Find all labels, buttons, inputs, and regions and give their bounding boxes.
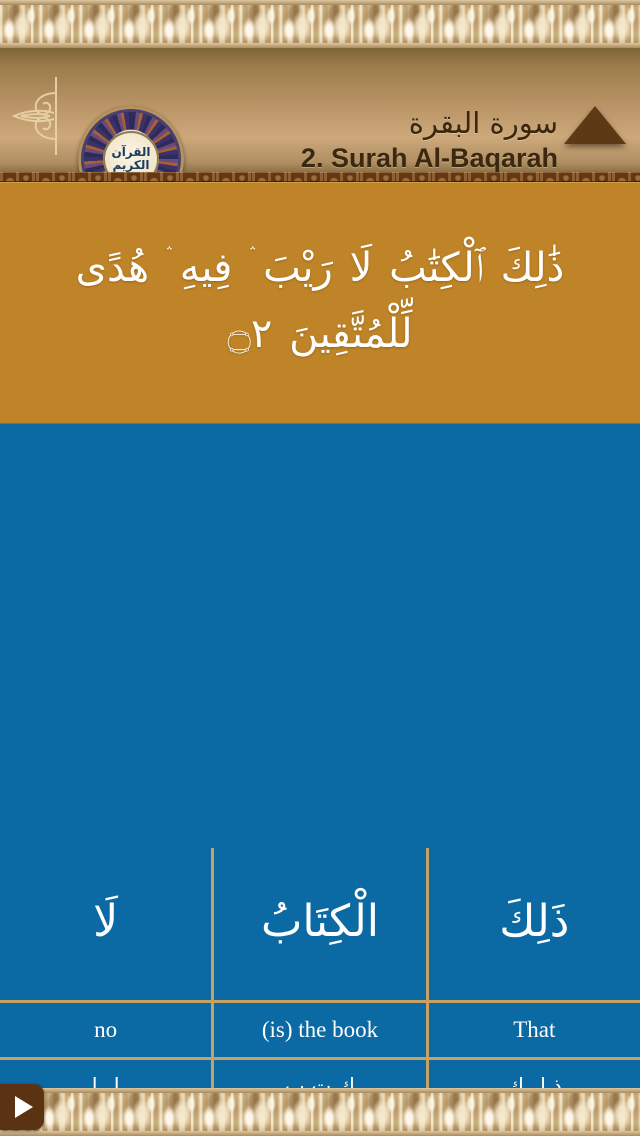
surah-header-bar: القرآن الكريم سورة البقرة 2. Surah Al-Ba… <box>0 48 640 172</box>
word-root-row: ل ا ك ت ب ذ ل ك <box>0 1060 640 1088</box>
word-cell-arabic[interactable]: الْكِتَابُ <box>214 848 429 1000</box>
quran-word-by-word-screen: القرآن الكريم سورة البقرة 2. Surah Al-Ba… <box>0 0 640 1136</box>
word-cell-translation[interactable]: (is) the book <box>214 1003 429 1057</box>
chevron-up-icon[interactable] <box>564 106 626 144</box>
word-translation-row: no (is) the book That <box>0 1003 640 1060</box>
arabesque-flourish-icon <box>11 73 70 159</box>
surah-title-english: 2. Surah Al-Baqarah <box>300 142 558 172</box>
header-divider-strip <box>0 172 640 182</box>
play-icon <box>15 1096 33 1118</box>
surah-title-block: سورة البقرة 2. Surah Al-Baqarah <box>158 106 558 172</box>
word-grid: لَا الْكِتَابُ ذَلِكَ no (is) the book T… <box>0 848 640 1088</box>
verse-arabic-text: ذَٰلِكَ ٱلْكِتَٰبُ لَا رَيْبَ ۛ فِيهِ ۛ … <box>75 245 565 357</box>
word-arabic-row: لَا الْكِتَابُ ذَلِكَ <box>0 848 640 1003</box>
word-cell-root[interactable]: ك ت ب <box>214 1060 429 1088</box>
logo-calligraphy: القرآن الكريم <box>103 131 159 172</box>
bottom-ornamental-border <box>0 1088 640 1136</box>
word-cell-arabic[interactable]: لَا <box>0 848 215 1000</box>
surah-nav-arrows <box>564 106 626 172</box>
word-grid-viewport[interactable]: لَا الْكِتَابُ ذَلِكَ no (is) the book T… <box>0 424 640 1088</box>
word-cell-translation[interactable]: no <box>0 1003 215 1057</box>
surah-title-arabic: سورة البقرة <box>408 106 558 140</box>
play-audio-button[interactable] <box>0 1084 44 1130</box>
word-group: لَا الْكِتَابُ ذَلِكَ no (is) the book T… <box>0 848 640 1088</box>
word-cell-root[interactable]: ذ ل ك <box>428 1060 640 1088</box>
word-cell-translation[interactable]: That <box>428 1003 640 1057</box>
word-cell-arabic[interactable]: ذَلِكَ <box>428 848 640 1000</box>
verse-panel[interactable]: ذَٰلِكَ ٱلْكِتَٰبُ لَا رَيْبَ ۛ فِيهِ ۛ … <box>0 182 640 424</box>
top-ornamental-border <box>0 0 640 48</box>
